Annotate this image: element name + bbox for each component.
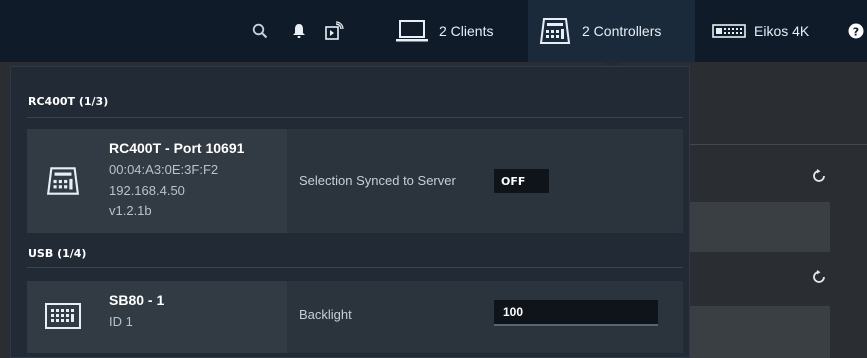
refresh-icon[interactable] xyxy=(812,169,826,188)
top-bar: 2 Clients 2 Controllers Eikos 4K ? xyxy=(0,0,867,65)
keyboard-icon xyxy=(712,24,746,38)
section-divider xyxy=(27,267,683,268)
controllers-dropdown: RC400T (1/3) RC400T - Port 10691 00:04:A… xyxy=(10,66,690,358)
help-icon[interactable]: ? xyxy=(848,0,864,62)
laptop-icon xyxy=(395,19,429,43)
display-menu[interactable]: Eikos 4K xyxy=(712,0,809,62)
device-info: SB80 - 1 ID 1 xyxy=(27,281,287,353)
device-info: RC400T - Port 10691 00:04:A3:0E:3F:F2 19… xyxy=(27,129,287,233)
device-id: ID 1 xyxy=(109,314,133,329)
cast-icon[interactable] xyxy=(324,0,344,62)
background-card xyxy=(690,202,830,252)
dropdown-pointer xyxy=(604,57,620,65)
keypad-icon xyxy=(45,303,81,334)
device-row: SB80 - 1 ID 1 Backlight xyxy=(27,281,683,353)
device-ip: 192.168.4.50 xyxy=(109,183,185,198)
background-card xyxy=(690,306,830,358)
sync-toggle[interactable]: OFF xyxy=(494,169,549,193)
device-row: RC400T - Port 10691 00:04:A3:0E:3F:F2 19… xyxy=(27,129,683,233)
controllers-menu[interactable]: 2 Controllers xyxy=(528,0,695,62)
controller-icon xyxy=(45,165,81,202)
device-name: SB80 - 1 xyxy=(109,292,165,308)
display-label: Eikos 4K xyxy=(754,23,810,39)
device-name: RC400T - Port 10691 xyxy=(109,140,245,156)
svg-text:?: ? xyxy=(853,25,859,38)
clients-label: 2 Clients xyxy=(439,23,494,39)
device-version: v1.2.1b xyxy=(109,203,152,218)
search-icon[interactable] xyxy=(252,0,268,62)
section-title: RC400T (1/3) xyxy=(28,95,109,108)
property-label: Backlight xyxy=(299,307,352,322)
device-mac: 00:04:A3:0E:3F:F2 xyxy=(109,162,219,177)
section-title: USB (1/4) xyxy=(28,247,87,260)
controller-icon xyxy=(538,16,572,46)
property-label: Selection Synced to Server xyxy=(299,173,456,188)
clients-menu[interactable]: 2 Clients xyxy=(395,0,493,62)
refresh-icon[interactable] xyxy=(812,270,826,289)
bell-icon[interactable] xyxy=(292,0,306,62)
section-divider xyxy=(27,117,683,118)
backlight-input[interactable] xyxy=(494,300,658,326)
controllers-label: 2 Controllers xyxy=(582,23,662,39)
background-divider xyxy=(690,144,867,145)
